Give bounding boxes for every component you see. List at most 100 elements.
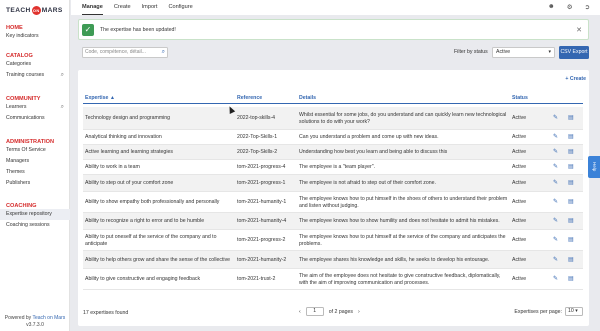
header-details[interactable]: Details [299, 95, 316, 101]
header-status[interactable]: Status [512, 95, 528, 101]
sidebar-item-managers[interactable]: Managers [0, 156, 70, 167]
table-row[interactable]: Ability to help others grow and share th… [83, 251, 583, 269]
sidebar-item-terms-of-service[interactable]: Terms Of Service [0, 145, 70, 156]
archive-icon[interactable]: ▤ [568, 269, 574, 290]
status-filter-select[interactable]: Active ▾ [492, 47, 555, 58]
cell-expertise: Active learning and learning strategies [85, 149, 173, 155]
table-row[interactable]: Ability to recognize a right to error an… [83, 213, 583, 230]
tab-import[interactable]: Import [142, 0, 158, 15]
cell-reference: 2022-Top-Skills-2 [237, 149, 278, 155]
tab-manage[interactable]: Manage [82, 0, 103, 15]
gear-icon[interactable]: ⚙ [567, 3, 573, 11]
archive-icon[interactable]: ▤ [568, 107, 574, 130]
cell-expertise: Ability to recognize a right to error an… [85, 218, 205, 224]
sidebar-item-label: Key indicators [6, 33, 39, 39]
archive-icon[interactable]: ▤ [568, 251, 574, 269]
check-icon: ✓ [82, 23, 94, 36]
help-tab[interactable]: Help [588, 156, 600, 178]
cell-details: Understanding how best you learn and bei… [299, 149, 448, 155]
edit-icon[interactable]: ✎ [553, 145, 558, 160]
archive-icon[interactable]: ▤ [568, 230, 574, 251]
cell-details: The employee is not afraid to step out o… [299, 180, 436, 186]
edit-icon[interactable]: ✎ [553, 175, 558, 192]
table-row[interactable]: Analytical thinking and innovation 2022-T… [83, 130, 583, 145]
search-icon[interactable]: ⌕ [61, 102, 64, 113]
sidebar-item-categories[interactable]: Categories [0, 59, 70, 70]
per-page-select[interactable]: 10 ▾ [565, 307, 583, 316]
edit-icon[interactable]: ✎ [553, 130, 558, 145]
cell-reference: tom-2021-progress-4 [237, 164, 286, 170]
table-row[interactable]: Ability to work in a team tom-2021-progre… [83, 160, 583, 175]
table-row[interactable]: Ability to give constructive and engagin… [83, 269, 583, 290]
next-page-icon[interactable]: › [358, 309, 360, 315]
cell-status: Active [512, 237, 527, 243]
brand-logo[interactable]: TEACH ON MARS [0, 0, 69, 20]
cell-status: Active [512, 256, 527, 263]
cell-reference: tom-2021-humanity-1 [237, 199, 287, 205]
cell-expertise: Ability to put oneself at the service of… [85, 233, 217, 247]
header-expertise[interactable]: Expertise ▲ [85, 95, 115, 101]
logout-icon[interactable]: ➲ [585, 3, 590, 11]
cell-expertise: Ability to show empathy both professiona… [85, 199, 220, 205]
search-icon[interactable]: ⌕ [162, 48, 165, 57]
tab-configure[interactable]: Configure [168, 0, 192, 15]
edit-icon[interactable]: ✎ [553, 107, 558, 130]
edit-icon[interactable]: ✎ [553, 251, 558, 269]
create-button[interactable]: + Create [565, 76, 586, 82]
sidebar: TEACH ON MARS HOME Key indicators CATALO… [0, 0, 70, 331]
table-row[interactable]: Ability to show empathy both professiona… [83, 192, 583, 213]
page-input[interactable]: 1 [305, 307, 324, 316]
tab-create[interactable]: Create [114, 0, 131, 15]
sidebar-item-communications[interactable]: Communications [0, 113, 70, 124]
sidebar-item-coaching-sessions[interactable]: Coaching sessions [0, 220, 70, 231]
archive-icon[interactable]: ▤ [568, 192, 574, 213]
search-input[interactable]: Code, compétence, détail... ⌕ [82, 47, 168, 58]
edit-icon[interactable]: ✎ [553, 213, 558, 230]
archive-icon[interactable]: ▤ [568, 213, 574, 230]
sidebar-item-label: Themes [6, 169, 25, 175]
sort-asc-icon: ▲ [109, 95, 115, 101]
version-label: v3.7.3.0 [26, 321, 44, 328]
sidebar-item-themes[interactable]: Themes [0, 167, 70, 178]
sidebar-item-key-indicators[interactable]: Key indicators [0, 31, 70, 42]
per-page-value: 10 [568, 308, 574, 314]
header-reference[interactable]: Reference [237, 95, 262, 101]
archive-icon[interactable]: ▤ [568, 130, 574, 145]
edit-icon[interactable]: ✎ [553, 192, 558, 213]
cell-expertise: Ability to work in a team [85, 164, 140, 170]
cell-reference: tom-2021-humanity-4 [237, 218, 287, 224]
prev-page-icon[interactable]: ‹ [299, 309, 301, 315]
archive-icon[interactable]: ▤ [568, 160, 574, 175]
sidebar-item-publishers[interactable]: Publishers [0, 178, 70, 189]
success-notification: ✓ The expertise has been updated! ✕ [78, 19, 589, 40]
cell-reference: tom-2021-progress-2 [237, 237, 286, 243]
edit-icon[interactable]: ✎ [553, 269, 558, 290]
powered-by-link[interactable]: Teach on Mars [32, 315, 65, 321]
logo-text-part1: TEACH [6, 6, 31, 14]
close-icon[interactable]: ✕ [576, 26, 582, 34]
sidebar-item-label: Training courses [6, 72, 45, 78]
sidebar-item-learners[interactable]: Learners ⌕ [0, 102, 70, 113]
sidebar-item-label: Coaching sessions [6, 222, 50, 228]
archive-icon[interactable]: ▤ [568, 145, 574, 160]
edit-icon[interactable]: ✎ [553, 230, 558, 251]
archive-icon[interactable]: ▤ [568, 175, 574, 192]
table-row[interactable]: Ability to put oneself at the service of… [83, 230, 583, 251]
logo-on-badge: ON [31, 5, 41, 15]
table-row[interactable]: Ability to step out of your comfort zone… [83, 175, 583, 192]
sidebar-item-label: Terms Of Service [6, 147, 46, 153]
table-row[interactable]: Technology design and programming 2022-to… [83, 107, 583, 130]
sidebar-item-training-courses[interactable]: Training courses ⌕ [0, 70, 70, 81]
table-row[interactable]: Active learning and learning strategies 2… [83, 145, 583, 160]
edit-icon[interactable]: ✎ [553, 160, 558, 175]
status-filter-value: Active [496, 49, 511, 55]
sidebar-item-expertise-repository[interactable]: Expertise repository [0, 209, 70, 220]
cell-details: The aim of the employee does not hesitat… [299, 272, 501, 286]
expertise-table-card: + Create Expertise ▲ Reference Details S… [78, 70, 589, 326]
search-placeholder: Code, compétence, détail... [85, 49, 146, 55]
search-icon[interactable]: ⌕ [61, 70, 64, 81]
user-icon[interactable]: ☻ [548, 3, 555, 11]
csv-export-button[interactable]: CSV Export [559, 46, 589, 59]
header-expertise-label: Expertise [85, 95, 109, 101]
cell-reference: tom-2021-trust-2 [237, 276, 276, 282]
